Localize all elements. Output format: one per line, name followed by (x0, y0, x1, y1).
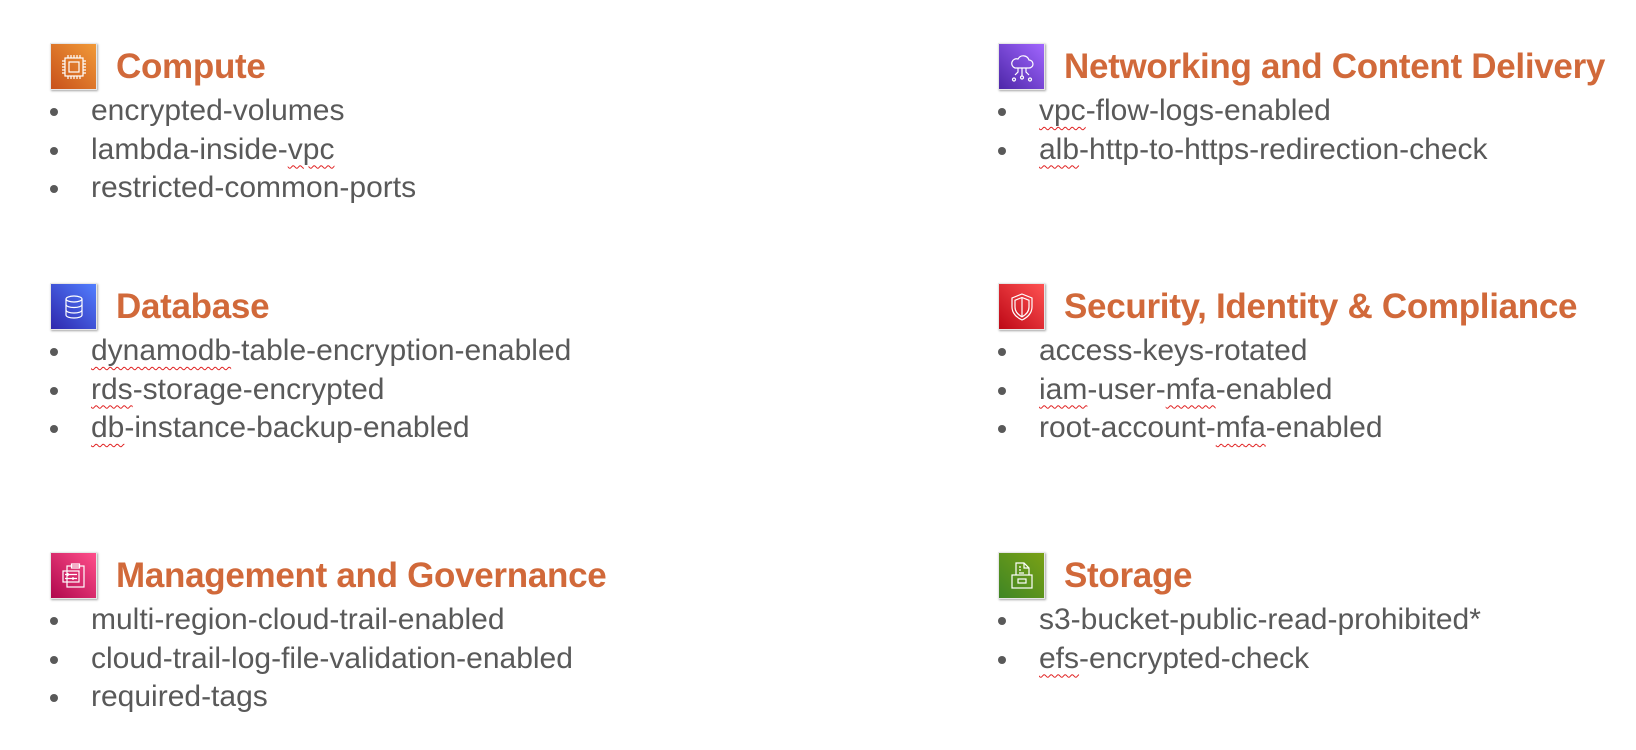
bullet (998, 146, 1006, 155)
database-icon (50, 283, 97, 330)
spellcheck-flagged-word: vpc (1039, 94, 1086, 127)
spellcheck-flagged-word: alb (1039, 132, 1080, 166)
rule-name: root-account- (1039, 411, 1216, 444)
bullet (50, 425, 58, 433)
rule-name: -encrypted-check (1079, 641, 1310, 675)
list-item: efs-encrypted-check (998, 640, 1481, 679)
rule-name: encrypted-volumes (91, 94, 345, 127)
spellcheck-flagged-word: iam (1039, 372, 1088, 406)
list-item: s3-bucket-public-read-prohibited* (998, 601, 1481, 640)
list-item: root-account-mfa-enabled (998, 409, 1383, 448)
rule-name: -enabled (1215, 372, 1333, 406)
rule-name: -instance-backup-enabled (124, 411, 470, 444)
list-item: iam-user-mfa-enabled (998, 371, 1383, 410)
rule-name: multi-region-cloud-trail-enabled (91, 603, 505, 636)
list-item: dynamodb-table-encryption-enabled (50, 332, 571, 371)
rule-name: s3-bucket-public-read-prohibited* (1039, 603, 1481, 636)
spellcheck-flagged-word: db (91, 411, 125, 444)
spellcheck-flagged-word: mfa (1215, 411, 1266, 444)
spellcheck-flagged-word: mfa (1165, 372, 1216, 406)
spellcheck-flagged-word: rds (91, 372, 133, 406)
section-title: Security, Identity & Compliance (1064, 287, 1578, 326)
rule-name: restricted-common-ports (91, 171, 417, 204)
section-title: Storage (1064, 556, 1193, 595)
bullet (50, 348, 58, 356)
list-item: vpc-flow-logs-enabled (998, 92, 1488, 131)
bullet (998, 425, 1006, 433)
rule-name: cloud-trail-log-file-validation-enabled (91, 641, 573, 675)
rule-name: -http-to-https-redirection-check (1079, 132, 1488, 166)
list-item: lambda-inside-vpc (50, 131, 416, 170)
rule-list: encrypted-volumes lambda-inside-vpc rest… (50, 92, 416, 208)
file-cabinet-icon (998, 552, 1045, 599)
spellcheck-flagged-word: dynamodb (91, 334, 232, 367)
bullet (998, 617, 1006, 625)
bullet (50, 655, 58, 664)
spellcheck-flagged-word: efs (1039, 641, 1080, 675)
bullet (50, 108, 58, 116)
rule-list: access-keys-rotated iam-user-mfa-enabled… (998, 332, 1383, 448)
bullet (50, 617, 58, 625)
list-item: required-tags (50, 678, 573, 717)
rule-name: -enabled (1265, 411, 1383, 444)
rule-list: dynamodb-table-encryption-enabled rds-st… (50, 332, 571, 448)
section-title: Database (116, 287, 270, 326)
rule-list: vpc-flow-logs-enabled alb-http-to-https-… (998, 92, 1488, 169)
section-title: Compute (116, 47, 266, 86)
bullet (50, 185, 58, 193)
list-item: alb-http-to-https-redirection-check (998, 131, 1488, 170)
list-item: rds-storage-encrypted (50, 371, 571, 410)
bullet (998, 386, 1006, 395)
list-item: restricted-common-ports (50, 169, 416, 208)
bullet (50, 386, 58, 395)
bullet (998, 348, 1006, 356)
rule-name: -table-encryption-enabled (231, 334, 572, 367)
list-item: cloud-trail-log-file-validation-enabled (50, 640, 573, 679)
rule-name: lambda-inside- (91, 132, 288, 166)
rule-list: s3-bucket-public-read-prohibited* efs-en… (998, 601, 1481, 678)
rule-name: -storage-encrypted (132, 372, 385, 406)
rule-name: access-keys-rotated (1039, 334, 1308, 367)
list-item: multi-region-cloud-trail-enabled (50, 601, 573, 640)
spellcheck-flagged-word: vpc (287, 132, 335, 166)
compute-chip-icon (50, 43, 97, 90)
list-item: access-keys-rotated (998, 332, 1383, 371)
rule-list: multi-region-cloud-trail-enabled cloud-t… (50, 601, 573, 717)
rule-name: -user- (1087, 372, 1166, 406)
section-title: Networking and Content Delivery (1064, 47, 1606, 86)
shield-icon (998, 283, 1045, 330)
bullet (998, 108, 1006, 116)
bullet (50, 146, 58, 155)
list-item: encrypted-volumes (50, 92, 416, 131)
rule-name: -flow-logs-enabled (1085, 94, 1331, 127)
rule-name: required-tags (91, 680, 268, 713)
section-title: Management and Governance (116, 556, 607, 595)
list-item: db-instance-backup-enabled (50, 409, 571, 448)
bullet (50, 694, 58, 702)
bullet (998, 655, 1006, 664)
cloud-network-icon (998, 43, 1045, 90)
clipboard-settings-icon (50, 552, 97, 599)
